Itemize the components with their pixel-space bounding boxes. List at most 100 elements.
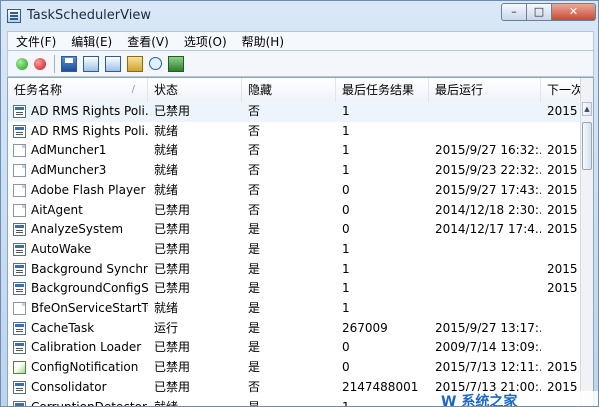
cell-task-name: AutoWake: [8, 240, 148, 260]
cell-next: 2015: [547, 143, 578, 158]
scroll-up-arrow[interactable]: ▲: [582, 102, 592, 116]
cell-last-run: [429, 102, 541, 122]
cell-last-run: [429, 122, 541, 142]
table-row[interactable]: BfeOnServiceStartTy... 就绪 是 1: [8, 299, 583, 319]
column-header: 任务名称 / 状态 隐藏 最后任务结果 最后运行 下一次: [8, 78, 583, 103]
task-name-text: AdMuncher1: [31, 143, 107, 158]
cell-result: 0: [342, 360, 350, 375]
table-row[interactable]: Background Synchr... 已禁用 是 1 2015: [8, 260, 583, 280]
cell-task-name: BackgroundConfigS...: [8, 279, 148, 299]
cell-next: 2015: [547, 261, 578, 276]
cell-hidden: 否: [248, 202, 261, 217]
cell-hidden: 是: [248, 399, 261, 407]
col-last-run[interactable]: 最后运行: [429, 78, 541, 102]
table-row[interactable]: AnalyzeSystem 已禁用 是 0 2014/12/17 17:4... 2015: [8, 220, 583, 240]
table-row[interactable]: AD RMS Rights Poli... 就绪 否 1: [8, 122, 583, 142]
col-task-name[interactable]: 任务名称 /: [8, 78, 148, 102]
task-list-view: 任务名称 / 状态 隐藏 最后任务结果 最后运行 下一次 AD RMS Righ…: [7, 77, 594, 407]
app-window: TaskSchedulerView – □ ✕ 文件(F) 编辑(E) 查看(V…: [0, 0, 599, 407]
exit-icon[interactable]: [168, 55, 184, 72]
document-task-icon: [13, 302, 26, 315]
cell-status: 就绪: [154, 182, 179, 197]
task-icon: [13, 105, 26, 118]
cell-last-run: 2014/12/18 2:30:...: [435, 202, 541, 217]
task-icon: [13, 223, 26, 237]
task-name-text: BfeOnServiceStartTy...: [31, 301, 148, 315]
cell-hidden: 是: [248, 301, 261, 315]
cell-result: 0: [342, 202, 350, 217]
cell-result: 1: [342, 241, 350, 256]
table-row[interactable]: AitAgent 已禁用 否 0 2014/12/18 2:30:... 2015: [8, 201, 583, 221]
table-row[interactable]: CacheTask 运行 是 267009 2015/9/27 13:17:...: [8, 319, 583, 339]
table-row[interactable]: AdMuncher1 就绪 否 1 2015/9/27 16:32:... 2015: [8, 141, 583, 161]
cell-hidden: 是: [248, 360, 261, 375]
cell-task-name: ConfigNotification: [8, 358, 148, 378]
cell-next: 2015: [547, 182, 578, 197]
minimize-button[interactable]: –: [501, 3, 527, 21]
cell-status: 就绪: [154, 163, 179, 178]
cell-task-name: AD RMS Rights Poli...: [8, 122, 148, 142]
cell-status: 已禁用: [154, 222, 191, 237]
cell-hidden: 否: [248, 123, 261, 138]
menu-options[interactable]: 选项(O): [176, 32, 234, 50]
menu-view[interactable]: 查看(V): [119, 32, 176, 50]
col-last-result[interactable]: 最后任务结果: [336, 78, 429, 102]
cell-hidden: 是: [248, 281, 261, 296]
task-name-text: Consolidator: [31, 379, 107, 394]
cell-last-run: [429, 299, 541, 319]
document-task-icon: [13, 164, 26, 178]
cell-result: 1: [342, 399, 350, 407]
task-name-text: CorruptionDetector: [31, 399, 147, 407]
table-row[interactable]: AutoWake 已禁用 是 1: [8, 240, 583, 260]
cell-result: 1: [342, 301, 350, 315]
menu-help[interactable]: 帮助(H): [234, 32, 291, 50]
cell-next: [541, 338, 583, 358]
cell-result: 2147488001: [342, 379, 419, 394]
enable-green-icon[interactable]: [16, 57, 28, 70]
table-row[interactable]: Calibration Loader 已禁用 是 0 2009/7/14 13:09:.…: [8, 338, 583, 358]
cell-hidden: 否: [248, 182, 261, 197]
menu-bar: 文件(F) 编辑(E) 查看(V) 选项(O) 帮助(H): [7, 31, 594, 51]
refresh-icon[interactable]: [83, 55, 99, 72]
save-icon[interactable]: [61, 55, 77, 72]
close-button[interactable]: ✕: [552, 3, 596, 21]
cell-result: 267009: [342, 320, 388, 335]
col-hidden[interactable]: 隐藏: [242, 78, 336, 102]
scrollbar-thumb[interactable]: [582, 122, 592, 170]
disable-red-icon[interactable]: [34, 57, 46, 70]
copy-icon[interactable]: [105, 55, 121, 72]
col-status[interactable]: 状态: [148, 78, 242, 102]
table-row[interactable]: BackgroundConfigS... 已禁用 是 1 2015: [8, 279, 583, 299]
table-row[interactable]: AD RMS Rights Poli... 已禁用 否 1 2015: [8, 102, 583, 122]
menu-file[interactable]: 文件(F): [8, 32, 63, 50]
table-row[interactable]: Adobe Flash Player ... 就绪 否 0 2015/9/27 17:4…: [8, 181, 583, 201]
properties-icon[interactable]: [127, 55, 143, 72]
cell-result: 0: [342, 222, 350, 237]
task-name-text: Calibration Loader: [31, 340, 142, 355]
window-controls: – □ ✕: [501, 3, 596, 23]
find-icon[interactable]: [149, 57, 162, 70]
table-row[interactable]: ConfigNotification 已禁用 是 0 2015/7/13 12:11:.…: [8, 358, 583, 378]
col-next-run[interactable]: 下一次: [541, 78, 583, 102]
vertical-scrollbar[interactable]: ▲: [580, 78, 593, 406]
document-task-icon: [13, 144, 26, 158]
task-name-text: AD RMS Rights Poli...: [31, 123, 148, 138]
cell-task-name: BfeOnServiceStartTy...: [8, 299, 148, 319]
cell-last-run: 2015/9/27 17:43:...: [435, 182, 541, 197]
task-name-text: ConfigNotification: [31, 360, 139, 375]
maximize-button[interactable]: □: [527, 3, 552, 21]
table-row[interactable]: AdMuncher3 就绪 否 1 2015/9/23 22:32:... 2015: [8, 161, 583, 181]
cell-hidden: 是: [248, 261, 261, 276]
title-bar[interactable]: TaskSchedulerView – □ ✕: [1, 1, 598, 31]
cell-hidden: 否: [248, 163, 261, 178]
task-icon: [13, 380, 26, 394]
sort-indicator: /: [131, 84, 135, 95]
cell-status: 就绪: [154, 399, 179, 407]
menu-edit[interactable]: 编辑(E): [63, 32, 119, 50]
cell-result: 0: [342, 182, 350, 197]
task-name-text: BackgroundConfigS...: [31, 281, 148, 296]
document-task-icon: [13, 183, 26, 197]
cell-status: 运行: [154, 320, 179, 335]
document-task-icon: [13, 203, 26, 217]
cell-task-name: CorruptionDetector: [8, 398, 148, 407]
